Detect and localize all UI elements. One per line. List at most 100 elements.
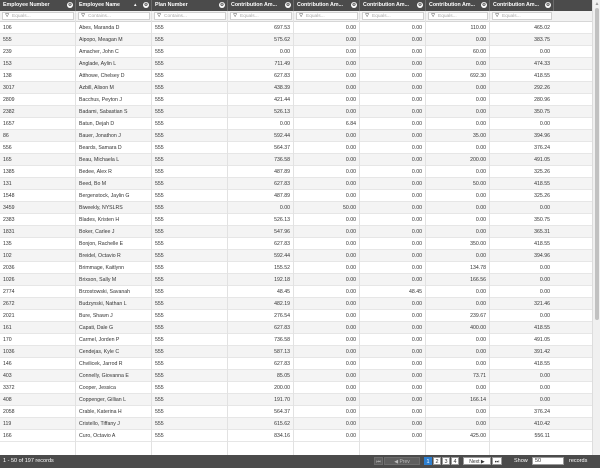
table-row[interactable]: 2809 Bacchus, Peyton J 555 421.44 0.00 0.00 0.…	[0, 94, 592, 106]
page-2-button[interactable]: 2	[433, 457, 441, 465]
table-cell: 0.00	[411, 349, 422, 355]
column-header[interactable]: Contribution Am... ⚙	[426, 0, 490, 11]
next-page-button[interactable]: Next ▶	[463, 457, 491, 465]
table-cell: 0.00	[411, 253, 422, 259]
table-cell: 692.30	[470, 73, 486, 79]
table-row[interactable]: 2058 Crable, Katerina H 555 564.37 0.00 0.00 0…	[0, 406, 592, 418]
column-header[interactable]: Contribution Am... ⚙	[490, 0, 554, 11]
table-cell: 0.00	[345, 61, 356, 67]
table-row[interactable]: 2383 Blades, Kristen H 555 526.13 0.00 0.00 0.…	[0, 214, 592, 226]
filter-icon[interactable]: ⛛	[5, 13, 9, 19]
filter-icon[interactable]: ⛛	[495, 13, 499, 19]
column-header[interactable]: Employee Number ⚙	[0, 0, 76, 11]
page-4-button[interactable]: 4	[451, 457, 459, 465]
table-row[interactable]: 3372 Cooper, Jessica 555 200.00 0.00 0.00 0.00…	[0, 382, 592, 394]
table-row[interactable]: 102 Breidel, Octavio R 555 592.44 0.00 0.00 0.…	[0, 250, 592, 262]
table-row[interactable]: 138 Atthowe, Chelsey D 555 627.83 0.00 0.00 69…	[0, 70, 592, 82]
table-cell: 491.05	[534, 157, 550, 163]
table-row[interactable]: 170 Carmel, Jorden P 555 736.58 0.00 0.00 0.00…	[0, 334, 592, 346]
gear-icon[interactable]: ⚙	[417, 2, 423, 8]
table-row[interactable]: 161 Capati, Dale G 555 627.83 0.00 0.00 400.00…	[0, 322, 592, 334]
table-row[interactable]: 146 Chvilicek, Jarrod R 555 627.83 0.00 0.00 0…	[0, 358, 592, 370]
scroll-up-icon[interactable]: ▲	[594, 1, 600, 7]
table-cell: Atthowe, Chelsey D	[79, 73, 125, 79]
table-cell: 555	[155, 205, 164, 211]
table-row[interactable]: 1385 Bedee, Alex R 555 487.89 0.00 0.00 0.00 32…	[0, 166, 592, 178]
sort-icon[interactable]: ▴	[134, 2, 137, 8]
table-row[interactable]: 1548 Bergenstock, Jaylin G 555 487.89 0.00 0.…	[0, 190, 592, 202]
table-row[interactable]: 86 Bauer, Jonathon J 555 592.44 0.00 0.00 35.0…	[0, 130, 592, 142]
table-cell: 0.00	[345, 73, 356, 79]
filter-icon[interactable]: ⛛	[233, 13, 237, 19]
table-row[interactable]: 2774 Brzostowski, Savanah 555 48.45 0.00 48.4…	[0, 286, 592, 298]
first-page-button[interactable]: ⏮	[374, 457, 383, 465]
scrollbar-thumb[interactable]	[595, 8, 599, 320]
table-row[interactable]: 119 Cristello, Tiffany J 555 615.62 0.00 0.00…	[0, 418, 592, 430]
column-header[interactable]: Contribution Am... ⚙	[294, 0, 360, 11]
table-row[interactable]: 403 Connelly, Giovanna E 555 85.05 0.00 0.00 7…	[0, 370, 592, 382]
page-3-button[interactable]: 3	[442, 457, 450, 465]
table-row[interactable]: 2036 Brimmage, Kaitlynn 555 155.52 0.00 0.00 1…	[0, 262, 592, 274]
table-row[interactable]: 166 Curo, Octavio A 555 834.16 0.00 0.00 425.0…	[0, 430, 592, 442]
table-row[interactable]: 106 Abes, Maranda D 555 697.53 0.00 0.00 110.0…	[0, 22, 592, 34]
table-row[interactable]: 556 Beards, Samara D 555 564.37 0.00 0.00 0.00…	[0, 142, 592, 154]
table-cell: Anglade, Aylin L	[79, 61, 117, 67]
filter-input[interactable]: ⛛ Equals...	[2, 12, 74, 20]
column-header[interactable]: Employee Name ▴ ⚙	[76, 0, 152, 11]
table-row[interactable]: 1831 Boker, Carlee J 555 547.96 0.00 0.00 0.00…	[0, 226, 592, 238]
table-cell: 161	[3, 325, 12, 331]
table-row[interactable]: 1657 Batun, Dejah D 555 0.00 6.84 0.00 0.00 0.0…	[0, 118, 592, 130]
gear-icon[interactable]: ⚙	[67, 2, 73, 8]
table-row[interactable]: 2021 Bure, Shawn J 555 276.54 0.00 0.00 239.67…	[0, 310, 592, 322]
table-row[interactable]: 408 Coppenger, Gillian L 555 191.70 0.00 0.00…	[0, 394, 592, 406]
gear-icon[interactable]: ⚙	[545, 2, 551, 8]
table-row[interactable]: 153 Anglade, Aylin L 555 711.49 0.00 0.00 0.00…	[0, 58, 592, 70]
table-row[interactable]: 165 Beau, Michaela L 555 736.58 0.00 0.00 200.…	[0, 154, 592, 166]
table-cell: 321.46	[534, 301, 550, 307]
filter-input[interactable]: ⛛ Equals...	[296, 12, 358, 20]
filter-icon[interactable]: ⛛	[81, 13, 85, 19]
table-row[interactable]: 555 Aipopo, Meagan M 555 575.62 0.00 0.00 0.00…	[0, 34, 592, 46]
prev-page-button[interactable]: ◀ Prev	[384, 457, 420, 465]
filter-icon[interactable]: ⛛	[299, 13, 303, 19]
gear-icon[interactable]: ⚙	[219, 2, 225, 8]
filter-input[interactable]: ⛛ Equals...	[362, 12, 424, 20]
gear-icon[interactable]: ⚙	[285, 2, 291, 8]
page-1-button[interactable]: 1	[424, 457, 432, 465]
filter-input[interactable]: ⛛ Equals...	[230, 12, 292, 20]
table-cell: 0.00	[411, 49, 422, 55]
table-cell: 555	[155, 121, 164, 127]
table-row[interactable]: 2382 Badami, Sabastian S 555 526.13 0.00 0.00…	[0, 106, 592, 118]
table-cell: 736.58	[274, 337, 290, 343]
table-row[interactable]: 3459 Biweekly, NYSLRS 555 0.00 50.00 0.00 0.00…	[0, 202, 592, 214]
table-row[interactable]: 2672 Budzynski, Nathan L 555 482.19 0.00 0.00…	[0, 298, 592, 310]
table-row[interactable]: 3017 Azbill, Alison M 555 438.39 0.00 0.00 0.0…	[0, 82, 592, 94]
gear-icon[interactable]: ⚙	[351, 2, 357, 8]
filter-input[interactable]: ⛛ Equals...	[428, 12, 488, 20]
table-cell: 0.00	[411, 409, 422, 415]
filter-icon[interactable]: ⛛	[431, 13, 435, 19]
filter-icon[interactable]: ⛛	[365, 13, 369, 19]
column-header[interactable]: Contribution Am... ⚙	[360, 0, 426, 11]
table-row[interactable]: 239 Amacher, John C 555 0.00 0.00 0.00 60.00 0.…	[0, 46, 592, 58]
table-cell: 0.00	[345, 217, 356, 223]
table-cell: 834.16	[274, 433, 290, 439]
table-row[interactable]: 1026 Brixson, Sally M 555 192.18 0.00 0.00 166…	[0, 274, 592, 286]
filter-input[interactable]: ⛛ Contains...	[78, 12, 150, 20]
table-cell: 555	[155, 385, 164, 391]
filter-icon[interactable]: ⛛	[157, 13, 161, 19]
gear-icon[interactable]: ⚙	[481, 2, 487, 8]
vertical-scrollbar[interactable]: ▲	[592, 0, 600, 455]
column-header[interactable]: Contribution Am... ⚙	[228, 0, 294, 11]
table-cell: 3372	[3, 385, 15, 391]
page-size-input[interactable]: 50	[532, 457, 564, 465]
table-cell: 487.89	[274, 169, 290, 175]
column-header[interactable]: Plan Number ⚙	[152, 0, 228, 11]
table-row[interactable]: 135 Bonjon, Rachelle E 555 627.83 0.00 0.00 35…	[0, 238, 592, 250]
filter-input[interactable]: ⛛ Equals...	[492, 12, 552, 20]
gear-icon[interactable]: ⚙	[143, 2, 149, 8]
last-page-button[interactable]: ⏭	[492, 457, 502, 465]
filter-input[interactable]: ⛛ Contains...	[154, 12, 226, 20]
table-row[interactable]: 1036 Cendejas, Kyle C 555 587.13 0.00 0.00 0.0…	[0, 346, 592, 358]
table-row[interactable]: 131 Beed, Bo M 555 627.83 0.00 0.00 50.00 418.5…	[0, 178, 592, 190]
